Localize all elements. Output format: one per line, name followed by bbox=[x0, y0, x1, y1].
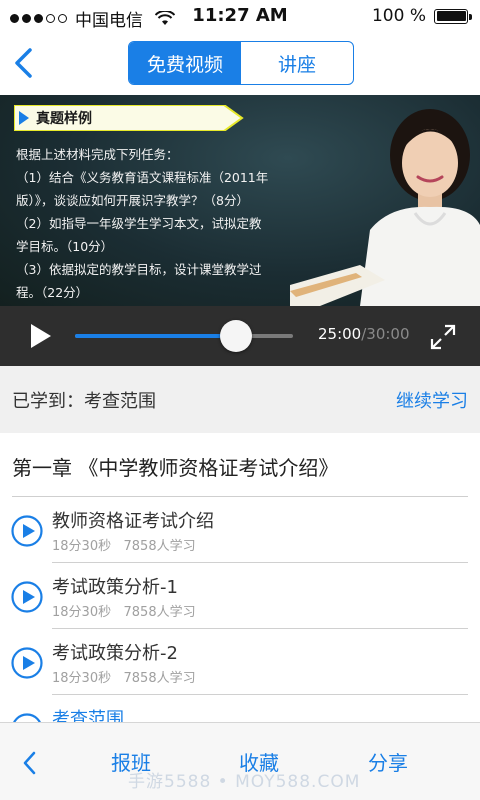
battery-icon bbox=[434, 8, 472, 24]
tab-free-videos[interactable]: 免费视频 bbox=[129, 42, 241, 84]
lesson-duration: 18分30秒 bbox=[52, 671, 112, 686]
learned-label: 已学到：考查范围 bbox=[12, 391, 156, 412]
player-controls: 25:00/30:00 bbox=[0, 306, 480, 366]
lesson-learners: 7858人学习 bbox=[123, 539, 196, 554]
board-line: 版）》，谈谈应如何开展识字教学？（8分） bbox=[16, 193, 249, 208]
blackboard-text: 根据上述材料完成下列任务： （1）结合《义务教育语文课程标准（2011年 版）》… bbox=[16, 143, 306, 304]
lesson-learners: 7858人学习 bbox=[123, 605, 196, 620]
lesson-title: 考试政策分析-1 bbox=[52, 577, 178, 598]
play-icon[interactable] bbox=[30, 323, 52, 349]
play-circle-icon bbox=[11, 515, 43, 547]
lesson-item[interactable]: 考试政策分析-2 18分30秒 7858人学习 bbox=[0, 629, 480, 695]
back-chevron-icon[interactable] bbox=[10, 46, 40, 80]
progress-bar[interactable] bbox=[75, 320, 293, 352]
battery-percent: 100 % bbox=[371, 6, 426, 26]
continue-learning-button[interactable]: 继续学习 bbox=[396, 387, 468, 413]
lesson-item[interactable]: 考试政策分析-1 18分30秒 7858人学习 bbox=[0, 563, 480, 629]
lesson-learners: 7858人学习 bbox=[123, 671, 196, 686]
time-display: 25:00/30:00 bbox=[318, 325, 410, 343]
lesson-duration: 18分30秒 bbox=[52, 605, 112, 620]
board-line: 学目标。（10分） bbox=[16, 239, 114, 254]
lesson-meta: 18分30秒 7858人学习 bbox=[52, 601, 196, 620]
board-line: 程。（22分） bbox=[16, 285, 89, 300]
play-circle-icon bbox=[11, 647, 43, 679]
progress-fill bbox=[75, 334, 237, 338]
segmented-control: 免费视频 讲座 bbox=[128, 41, 354, 85]
teacher-illustration bbox=[290, 109, 480, 306]
progress-knob[interactable] bbox=[220, 320, 253, 352]
lesson-duration: 18分30秒 bbox=[52, 539, 112, 554]
status-bar: 中国电信 11:27 AM 100 % bbox=[0, 0, 480, 32]
video-frame[interactable]: 真题样例 根据上述材料完成下列任务： （1）结合《义务教育语文课程标准（2011… bbox=[0, 95, 480, 306]
share-button[interactable]: 分享 bbox=[368, 747, 408, 776]
bottom-toolbar: 手游5588 • MOY588.COM 报班 收藏 分享 bbox=[0, 722, 480, 800]
fullscreen-icon[interactable] bbox=[430, 324, 456, 350]
learned-progress-row: 已学到：考查范围 继续学习 bbox=[0, 366, 480, 433]
lesson-item[interactable]: 教师资格证考试介绍 18分30秒 7858人学习 bbox=[0, 497, 480, 563]
board-line: （1）结合《义务教育语文课程标准（2011年 bbox=[16, 170, 269, 185]
favorite-button[interactable]: 收藏 bbox=[239, 747, 279, 776]
lesson-meta: 18分30秒 7858人学习 bbox=[52, 535, 196, 554]
enroll-button[interactable]: 报班 bbox=[111, 747, 151, 776]
lesson-title: 考试政策分析-2 bbox=[52, 643, 178, 664]
lesson-meta: 18分30秒 7858人学习 bbox=[52, 667, 196, 686]
tag-banner bbox=[14, 105, 244, 131]
total-time: /30:00 bbox=[361, 325, 410, 343]
lesson-title: 教师资格证考试介绍 bbox=[52, 511, 214, 532]
tab-lectures[interactable]: 讲座 bbox=[241, 42, 353, 84]
current-time: 25:00 bbox=[318, 325, 362, 343]
nav-bar: 免费视频 讲座 bbox=[0, 32, 480, 95]
board-line: （3）依据拟定的教学目标，设计课堂教学过 bbox=[16, 262, 262, 277]
chapter-title: 第一章 《中学教师资格证考试介绍》 bbox=[12, 456, 339, 480]
back-chevron-icon[interactable] bbox=[20, 749, 40, 777]
board-line: 根据上述材料完成下列任务： bbox=[16, 147, 179, 162]
board-line: （2）如指导一年级学生学习本文，试拟定教 bbox=[16, 216, 262, 231]
play-circle-icon bbox=[11, 581, 43, 613]
